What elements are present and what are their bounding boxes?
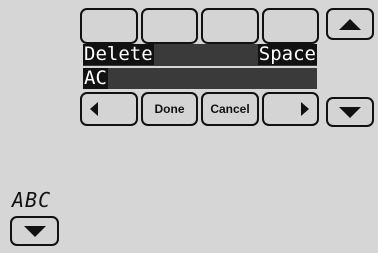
letter-key-2[interactable] (141, 8, 198, 44)
text-entry-value: AC (83, 67, 108, 89)
mode-toggle-button[interactable] (10, 216, 59, 246)
left-triangle-icon (90, 102, 98, 116)
cancel-button[interactable]: Cancel (201, 92, 259, 126)
up-triangle-icon (339, 18, 361, 30)
cursor-right-button[interactable] (262, 92, 319, 126)
done-button[interactable]: Done (141, 92, 198, 126)
letter-key-4[interactable] (262, 8, 319, 44)
keyboard-mode-indicator: ABC (12, 188, 52, 212)
text-entry-field[interactable]: AC (83, 68, 317, 89)
space-key[interactable]: Space (257, 44, 317, 65)
scroll-down-button[interactable] (326, 97, 374, 127)
mode-toggle-down-icon (23, 225, 46, 237)
right-triangle-icon (301, 102, 309, 116)
cancel-button-label: Cancel (210, 102, 250, 116)
delete-space-row: Delete Space (83, 44, 317, 66)
delete-key[interactable]: Delete (83, 44, 154, 65)
scroll-up-button[interactable] (326, 8, 374, 40)
down-triangle-icon (339, 106, 361, 118)
letter-key-3[interactable] (201, 8, 259, 44)
cursor-left-button[interactable] (80, 92, 138, 126)
done-button-label: Done (154, 102, 185, 116)
letter-key-1[interactable] (80, 8, 138, 44)
